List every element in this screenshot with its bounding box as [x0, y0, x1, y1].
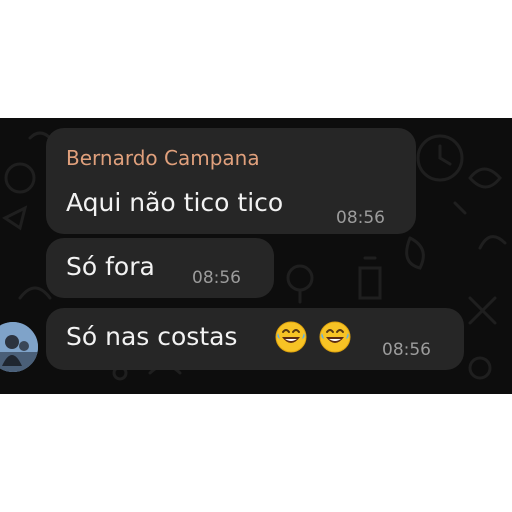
message-text: Aqui não tico tico [66, 188, 284, 217]
message-bubble-1[interactable]: Bernardo Campana Aqui não tico tico 08:5… [46, 128, 416, 234]
message-bubble-3[interactable]: Só nas costas 08:56 [46, 308, 464, 370]
chat-area: Bernardo Campana Aqui não tico tico 08:5… [0, 118, 512, 394]
message-time: 08:56 [382, 340, 431, 360]
rolling-on-floor-laughing-emoji [319, 321, 351, 353]
message-time: 08:56 [336, 208, 385, 228]
sender-name: Bernardo Campana [66, 146, 260, 170]
message-text: Só fora [66, 252, 155, 281]
message-time: 08:56 [192, 268, 241, 288]
message-text: Só nas costas [66, 322, 238, 351]
rolling-on-floor-laughing-emoji [275, 321, 307, 353]
message-bubble-2[interactable]: Só fora 08:56 [46, 238, 274, 298]
